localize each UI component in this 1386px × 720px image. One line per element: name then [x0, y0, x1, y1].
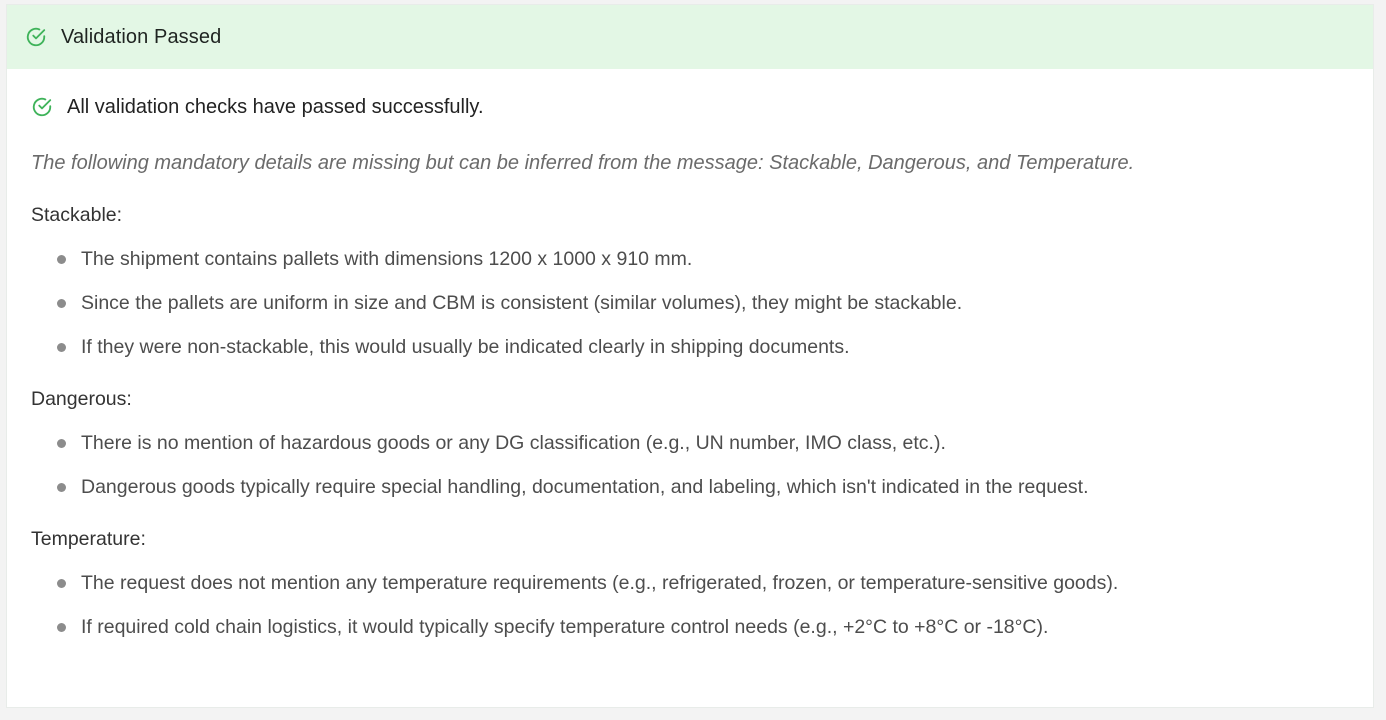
- bullet-dot: [57, 342, 66, 352]
- bullet-dot: [57, 578, 66, 588]
- validation-header: Validation Passed: [7, 5, 1373, 69]
- list-item: There is no mention of hazardous goods o…: [31, 421, 1349, 465]
- section-dangerous: Dangerous: There is no mention of hazard…: [31, 377, 1349, 509]
- bullet-dot: [57, 298, 66, 308]
- bullet-text: If required cold chain logistics, it wou…: [81, 615, 1049, 638]
- check-circle-icon: [25, 26, 47, 48]
- status-text: All validation checks have passed succes…: [67, 95, 484, 118]
- section-temperature: Temperature: The request does not mentio…: [31, 517, 1349, 649]
- header-title: Validation Passed: [61, 25, 222, 48]
- bullet-list: The shipment contains pallets with dimen…: [31, 237, 1349, 369]
- bullet-text: There is no mention of hazardous goods o…: [81, 431, 946, 454]
- list-item: If they were non-stackable, this would u…: [31, 325, 1349, 369]
- intro-text: The following mandatory details are miss…: [31, 152, 1135, 174]
- list-item: If required cold chain logistics, it wou…: [31, 605, 1349, 649]
- section-title: Temperature:: [31, 528, 146, 550]
- bullet-list: The request does not mention any tempera…: [31, 561, 1349, 649]
- bullet-text: The shipment contains pallets with dimen…: [81, 247, 693, 270]
- bullet-text: Dangerous goods typically require specia…: [81, 475, 1089, 498]
- list-item: The request does not mention any tempera…: [31, 561, 1349, 605]
- bullet-dot: [57, 254, 66, 264]
- bullet-text: Since the pallets are uniform in size an…: [81, 291, 963, 314]
- section-stackable: Stackable: The shipment contains pallets…: [31, 193, 1349, 369]
- list-item: Dangerous goods typically require specia…: [31, 465, 1349, 509]
- bullet-text: If they were non-stackable, this would u…: [81, 335, 850, 358]
- validation-body: All validation checks have passed succes…: [7, 79, 1373, 649]
- bullet-list: There is no mention of hazardous goods o…: [31, 421, 1349, 509]
- list-item: Since the pallets are uniform in size an…: [31, 281, 1349, 325]
- section-title: Dangerous:: [31, 388, 132, 410]
- bullet-text: The request does not mention any tempera…: [81, 571, 1119, 594]
- bullet-dot: [57, 482, 66, 492]
- status-message: All validation checks have passed succes…: [31, 79, 1349, 135]
- check-circle-icon: [31, 96, 53, 118]
- list-item: The shipment contains pallets with dimen…: [31, 237, 1349, 281]
- bullet-dot: [57, 438, 66, 448]
- validation-panel: Validation Passed All validation checks …: [6, 4, 1374, 708]
- bullet-dot: [57, 622, 66, 632]
- section-title: Stackable:: [31, 204, 123, 226]
